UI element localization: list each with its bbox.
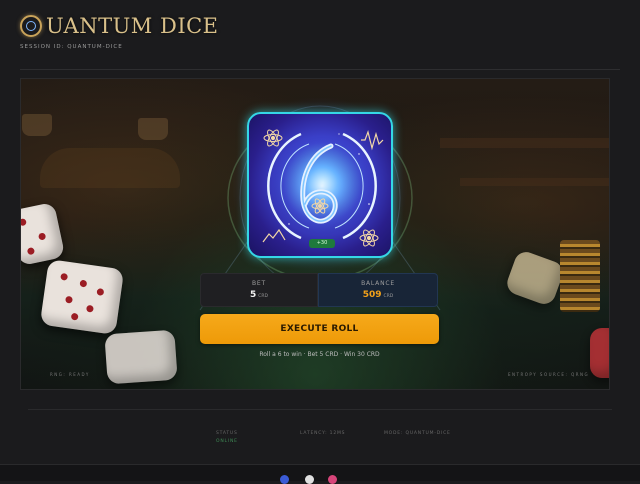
stage-label-left: RNG: READY [50, 372, 90, 377]
balance-label: BALANCE [361, 280, 395, 287]
header-divider [20, 69, 620, 70]
footer-mode: MODE: QUANTUM-DICE [384, 431, 451, 436]
footer-divider [28, 409, 612, 410]
mountain-icon [262, 228, 286, 243]
stage-label-right: ENTROPY SOURCE: QRNG [508, 372, 590, 377]
app-title: UANTUM DICE [46, 14, 219, 38]
bet-label: BET [252, 280, 266, 287]
bottom-dock [0, 464, 640, 481]
dice-face: +30 [247, 112, 393, 258]
balance-panel: BALANCE 509 CRD [318, 273, 438, 307]
quantum-logo-icon [20, 15, 42, 37]
balance-unit: CRD [383, 294, 394, 299]
bet-value: 5 CRD [201, 290, 317, 300]
execute-roll-button[interactable]: EXECUTE ROLL [200, 314, 439, 344]
bet-unit: CRD [258, 294, 268, 299]
logo: UANTUM DICE [20, 14, 620, 38]
status-value: ONLINE [216, 439, 238, 444]
multiplier-badge: +30 [309, 239, 335, 248]
roll-hint: Roll a 6 to win · Bet 5 CRD · Win 30 CRD [259, 351, 380, 358]
balance-amount: 509 [362, 290, 382, 300]
balance-value: 509 CRD [319, 290, 437, 300]
bet-amount: 5 [250, 290, 257, 300]
footer-status: STATUS ONLINE [216, 431, 238, 444]
bet-panel: BET 5 CRD [200, 273, 318, 307]
app-header: UANTUM DICE SESSION ID: QUANTUM-DICE [20, 14, 620, 62]
status-label: STATUS [216, 431, 238, 436]
session-id: SESSION ID: QUANTUM-DICE [20, 44, 123, 50]
footer-latency: LATENCY: 12MS [300, 431, 346, 436]
dice-card: +30 [233, 98, 407, 272]
